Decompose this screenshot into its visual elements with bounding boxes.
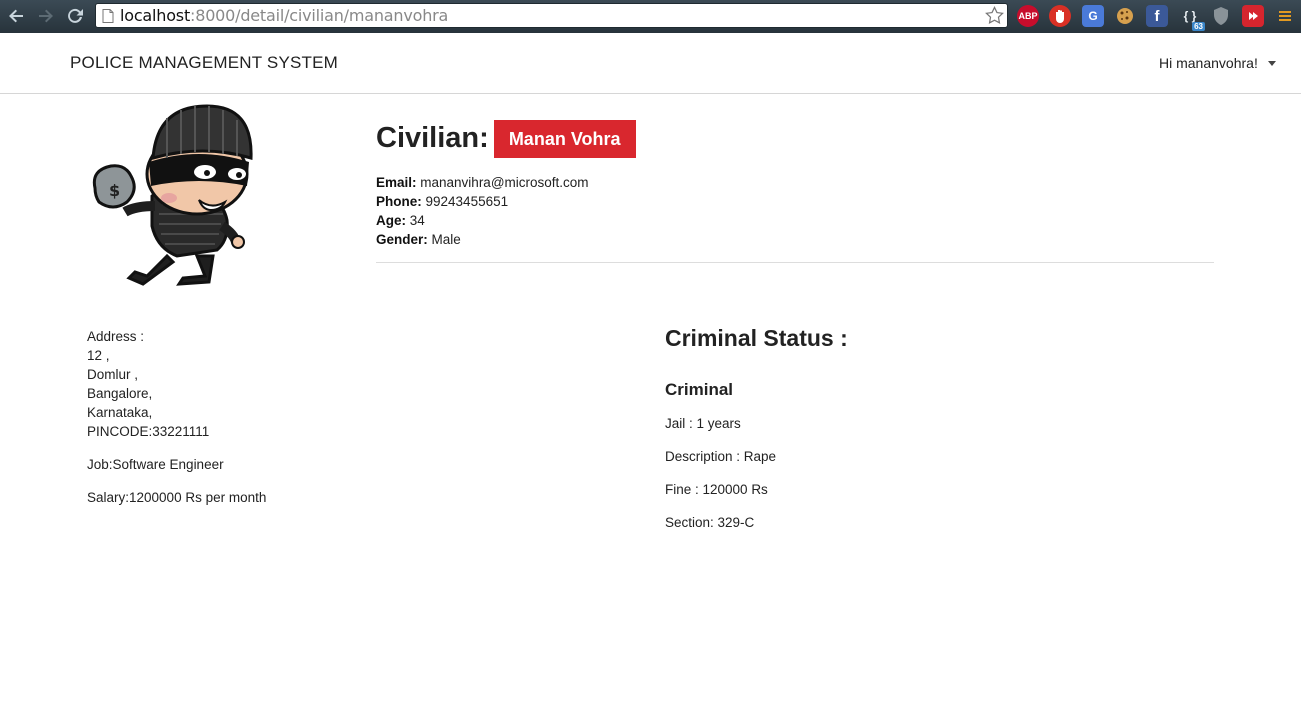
user-greeting: Hi mananvohra! [1159,55,1258,71]
thief-avatar-image: $ [92,104,253,286]
criminal-status-section: Criminal Status : Criminal Jail : 1 year… [665,325,848,532]
gender-row: Gender: Male [376,230,589,249]
hand-icon [1056,10,1064,23]
adblock-label: ABP [1018,11,1038,21]
civilian-label: Civilian: [376,121,489,154]
criminal-status-heading: Criminal Status : [665,325,848,351]
phone-value: 99243455651 [425,194,509,209]
salary-text: Salary:1200000 Rs per month [87,490,267,505]
phone-row: Phone: 99243455651 [376,192,589,211]
jail-text: Jail : 1 years [665,416,741,431]
address-section: Address : 12 , Domlur , Bangalore, Karna… [87,327,266,507]
address-line1: 12 , [87,348,110,363]
address-state: Karnataka, [87,405,153,420]
translate-icon[interactable]: G [1082,5,1104,27]
gender-label: Gender: [376,232,428,247]
forward-arrow-icon [39,9,53,23]
gender-value: Male [431,232,461,247]
bookmark-star-icon[interactable] [985,6,1004,25]
address-pincode: PINCODE:33221111 [87,424,210,439]
user-menu-toggle[interactable]: Hi mananvohra! [1159,55,1276,71]
back-arrow-icon [9,9,23,23]
email-row: Email: mananvihra@microsoft.com [376,173,589,192]
url-path: :8000/detail/civilian/mananvohra [190,6,449,25]
page-icon [102,9,114,23]
age-label: Age: [376,213,406,228]
reload-icon [68,8,83,23]
url-host: localhost [120,6,191,25]
job-text: Job:Software Engineer [87,457,224,472]
age-value: 34 [409,213,425,228]
section-divider [376,262,1214,263]
facebook-icon[interactable]: f [1146,5,1168,27]
adblock-plus-icon[interactable]: ABP [1017,5,1039,27]
email-label: Email: [376,175,417,190]
contact-info: Email: mananvihra@microsoft.com Phone: 9… [376,173,589,249]
description-text: Description : Rape [665,449,777,464]
video-icon[interactable] [1242,5,1264,27]
cookie-shape-icon [1117,8,1133,24]
json-badge: 63 [1192,22,1205,31]
facebook-label: f [1154,7,1160,25]
address-city: Bangalore, [87,386,153,401]
json-icon[interactable]: { } 63 [1179,5,1205,31]
forward-button[interactable] [35,5,57,27]
reload-button[interactable] [64,5,86,27]
address-label: Address : [87,329,145,344]
address-bar[interactable]: localhost:8000/detail/civilian/mananvohr… [95,3,1008,28]
shield-icon[interactable] [1210,5,1232,27]
criminal-status-value: Criminal [665,380,734,399]
shield-shape-icon [1214,7,1228,25]
stop-icon[interactable] [1049,5,1071,27]
app-navbar: POLICE MANAGEMENT SYSTEM Hi mananvohra! [0,33,1301,94]
translate-label: G [1088,9,1098,23]
json-label: { } [1183,9,1197,23]
brand-title[interactable]: POLICE MANAGEMENT SYSTEM [70,53,338,73]
cookie-icon[interactable] [1114,5,1136,27]
fine-text: Fine : 120000 Rs [665,482,768,497]
address-line2: Domlur , [87,367,139,382]
play-icon [1249,12,1258,20]
caret-down-icon [1267,60,1276,66]
section-text: Section: 329-C [665,515,755,530]
menu-icon[interactable] [1274,5,1296,27]
profile-heading: Civilian: Manan Vohra [376,118,636,158]
phone-label: Phone: [376,194,422,209]
email-value: mananvihra@microsoft.com [420,175,589,190]
civilian-name-badge: Manan Vohra [493,120,636,158]
browser-toolbar: localhost:8000/detail/civilian/mananvohr… [0,0,1301,33]
url-text: localhost:8000/detail/civilian/mananvohr… [120,7,448,25]
svg-text:$: $ [109,181,120,200]
age-row: Age: 34 [376,211,589,230]
hamburger-icon [1279,11,1291,21]
back-button[interactable] [5,5,27,27]
